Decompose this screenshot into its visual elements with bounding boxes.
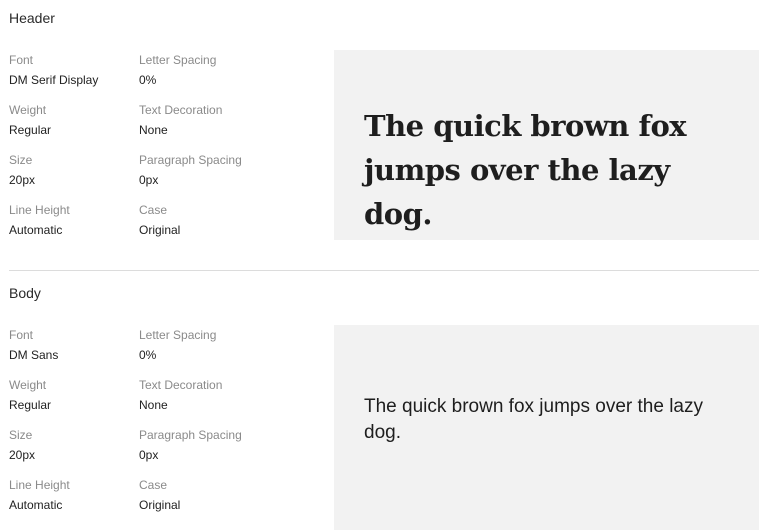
prop-value: 0px — [139, 448, 159, 462]
prop-label: Text Decoration — [139, 103, 223, 117]
prop-case: Case Original — [139, 477, 180, 513]
prop-text-decoration: Text Decoration None — [139, 377, 222, 413]
prop-line-height: Line Height Automatic — [9, 477, 70, 513]
prop-case: Case Original — [139, 202, 180, 238]
prop-label: Line Height — [9, 203, 70, 217]
header-preview-panel: The quick brown fox jumps over the lazy … — [334, 50, 759, 240]
prop-label: Line Height — [9, 478, 70, 492]
prop-label: Size — [9, 428, 33, 442]
prop-value: Automatic — [9, 223, 63, 237]
section-title-body: Body — [9, 285, 41, 301]
prop-paragraph-spacing: Paragraph Spacing 0px — [139, 427, 242, 463]
prop-paragraph-spacing: Paragraph Spacing 0px — [139, 152, 242, 188]
header-preview-text: The quick brown fox jumps over the lazy … — [364, 109, 687, 231]
prop-value: Regular — [9, 123, 52, 137]
body-preview-panel: The quick brown fox jumps over the lazy … — [334, 325, 759, 530]
prop-label: Case — [139, 478, 168, 492]
prop-value: None — [139, 398, 168, 412]
prop-value: None — [139, 123, 168, 137]
body-section: Body Font DM Sans Letter Spacing 0% Weig… — [0, 275, 784, 530]
prop-weight: Weight Regular — [9, 102, 51, 138]
prop-label: Size — [9, 153, 33, 167]
prop-letter-spacing: Letter Spacing 0% — [139, 52, 216, 88]
prop-label: Weight — [9, 378, 47, 392]
prop-letter-spacing: Letter Spacing 0% — [139, 327, 216, 363]
prop-font: Font DM Serif Display — [9, 52, 98, 88]
section-title-header: Header — [9, 10, 55, 26]
prop-font: Font DM Sans — [9, 327, 58, 363]
prop-label: Font — [9, 328, 34, 342]
prop-value: DM Sans — [9, 348, 59, 362]
prop-value: 20px — [9, 173, 36, 187]
prop-text-decoration: Text Decoration None — [139, 102, 222, 138]
prop-size: Size 20px — [9, 152, 35, 188]
section-divider — [9, 270, 759, 271]
prop-size: Size 20px — [9, 427, 35, 463]
prop-value: 20px — [9, 448, 36, 462]
prop-label: Text Decoration — [139, 378, 223, 392]
prop-label: Case — [139, 203, 168, 217]
prop-label: Letter Spacing — [139, 328, 217, 342]
header-section: Header Font DM Serif Display Letter Spac… — [0, 0, 784, 270]
prop-label: Paragraph Spacing — [139, 153, 242, 167]
prop-value: Original — [139, 498, 181, 512]
prop-value: Original — [139, 223, 181, 237]
prop-value: 0% — [139, 348, 157, 362]
prop-value: Automatic — [9, 498, 63, 512]
prop-value: 0px — [139, 173, 159, 187]
prop-label: Weight — [9, 103, 47, 117]
prop-label: Paragraph Spacing — [139, 428, 242, 442]
prop-line-height: Line Height Automatic — [9, 202, 70, 238]
prop-value: Regular — [9, 398, 52, 412]
prop-label: Letter Spacing — [139, 53, 217, 67]
prop-value: DM Serif Display — [9, 73, 99, 87]
body-preview-text: The quick brown fox jumps over the lazy … — [364, 396, 703, 443]
prop-label: Font — [9, 53, 34, 67]
prop-weight: Weight Regular — [9, 377, 51, 413]
prop-value: 0% — [139, 73, 157, 87]
